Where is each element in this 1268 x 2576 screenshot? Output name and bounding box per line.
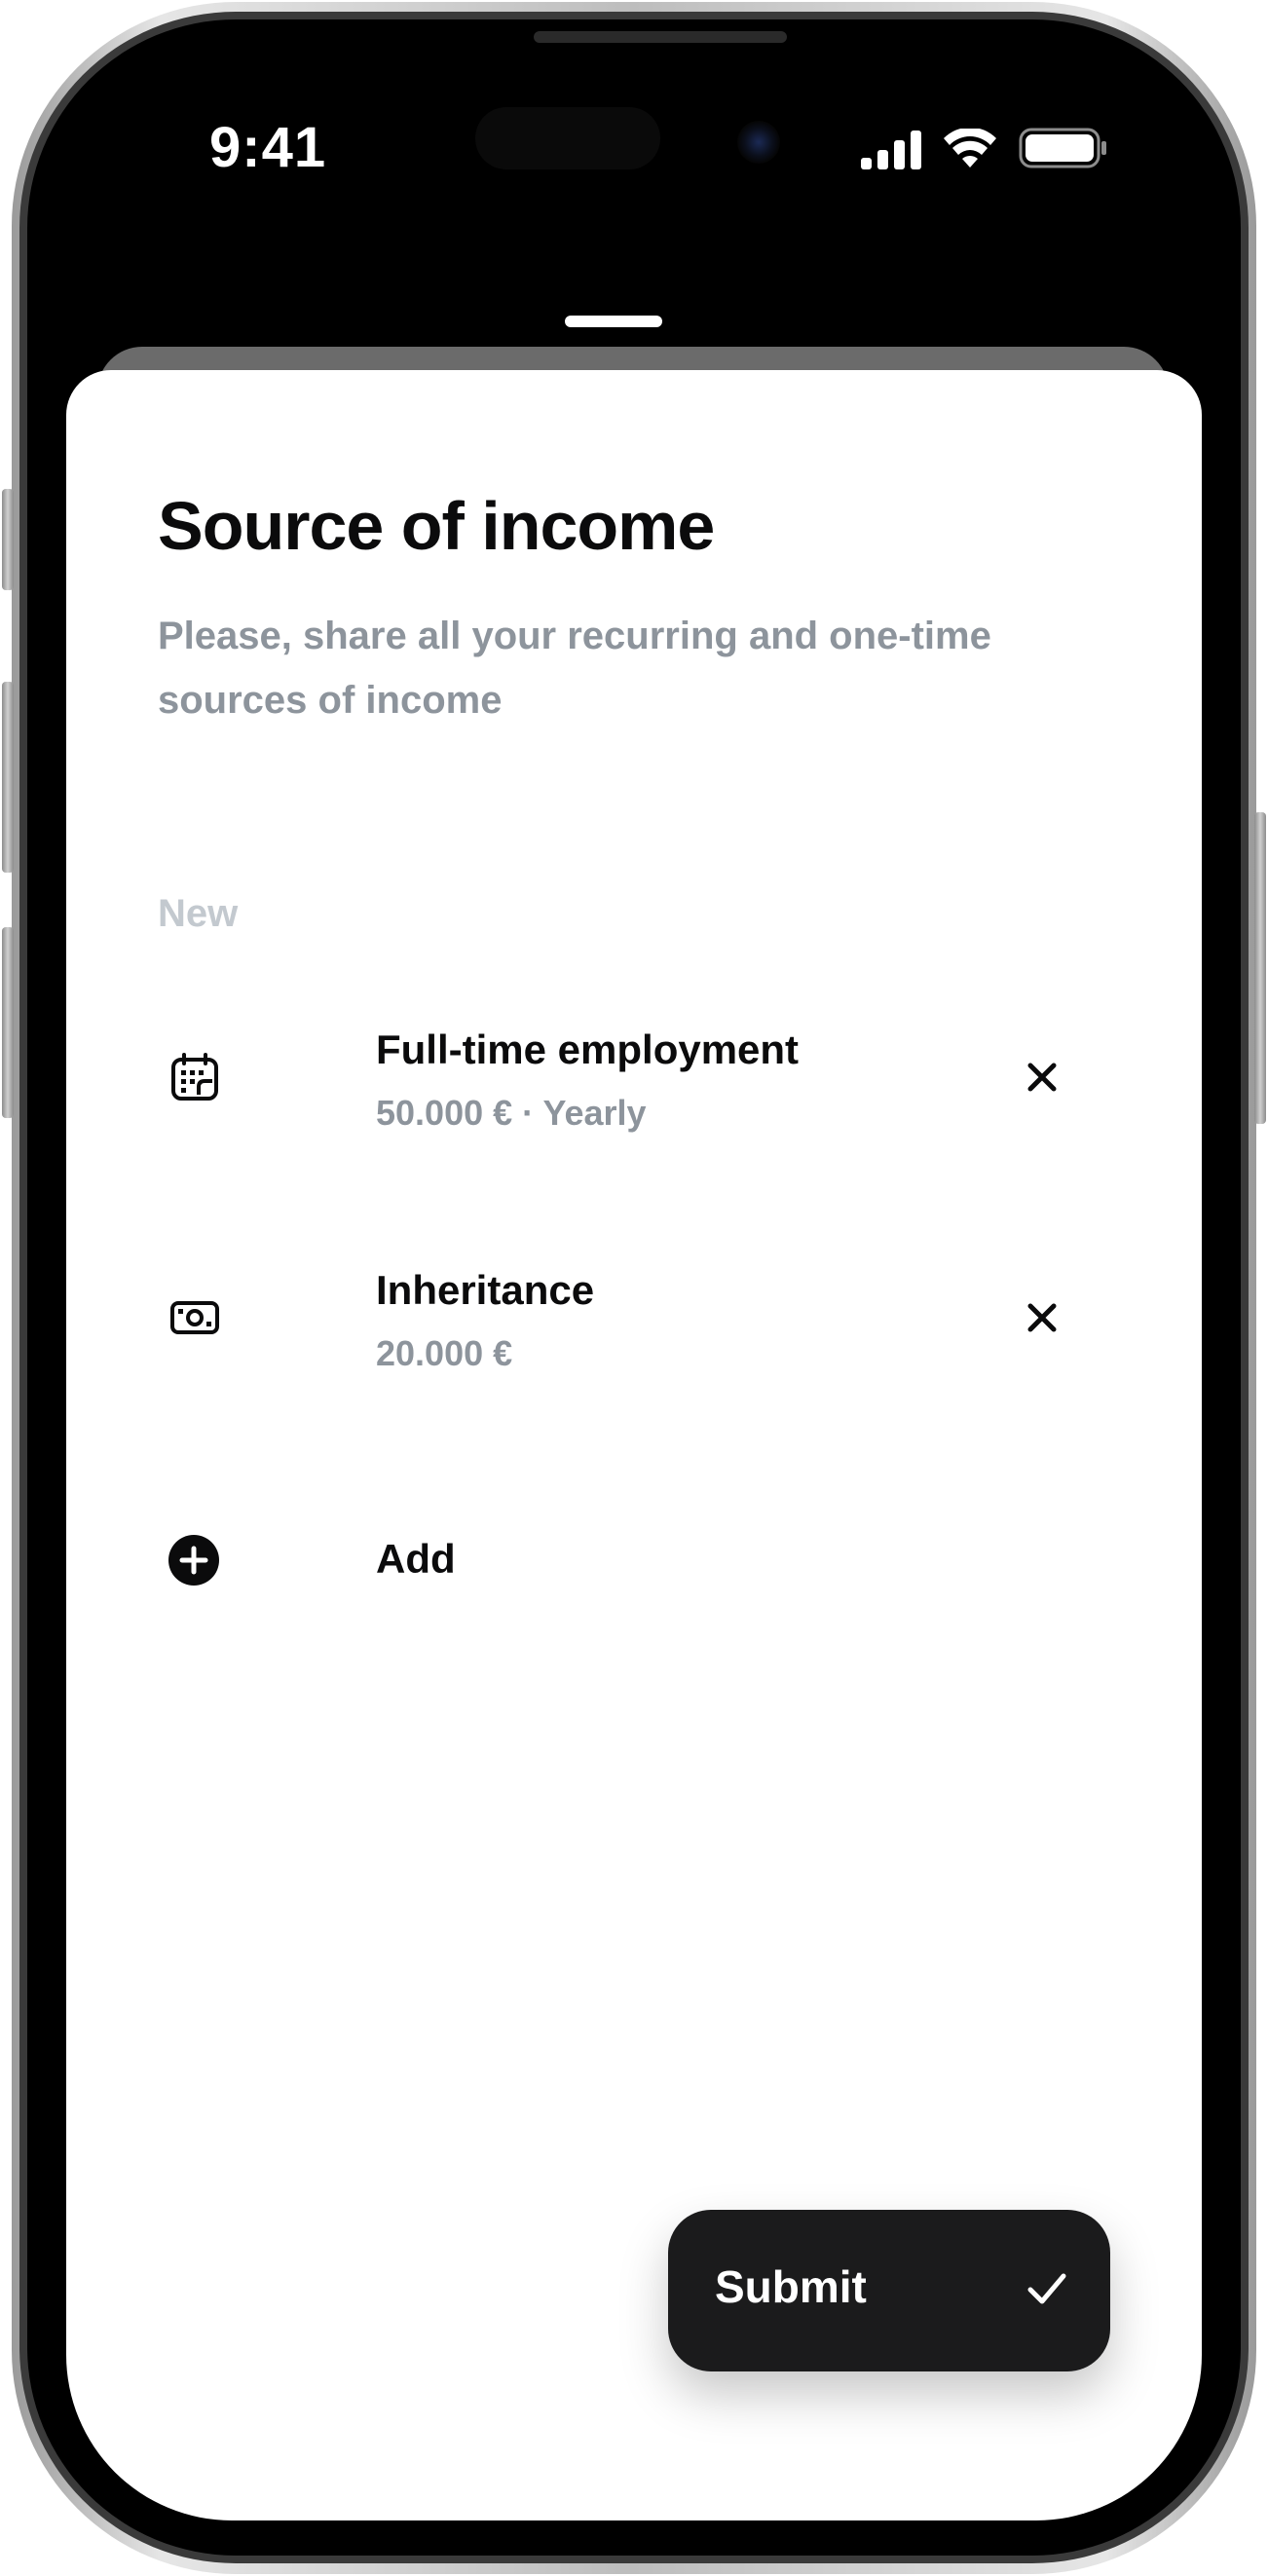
status-icons [861, 127, 1108, 169]
close-icon [1027, 1063, 1057, 1092]
income-sheet: Source of income Please, share all your … [66, 370, 1202, 2520]
plus-circle-icon [168, 1535, 219, 1586]
status-time: 9:41 [209, 116, 327, 179]
add-income-button[interactable]: Add [158, 1514, 742, 1602]
income-item-subtitle: 50.000 € · Yearly [376, 1093, 647, 1133]
section-label-new: New [158, 892, 239, 935]
checkmark-icon [1027, 2273, 1066, 2304]
banknote-icon [170, 1301, 219, 1334]
sheet-grabber[interactable] [565, 316, 662, 327]
add-label: Add [376, 1536, 456, 1582]
income-item-subtitle: 20.000 € [376, 1333, 513, 1373]
dynamic-island [475, 107, 660, 169]
close-icon [1027, 1303, 1057, 1332]
income-item-inheritance[interactable]: Inheritance 20.000 € [158, 1244, 1132, 1390]
remove-button[interactable] [1021, 1296, 1063, 1339]
remove-button[interactable] [1021, 1056, 1063, 1099]
page-subtitle: Please, share all your recurring and one… [158, 615, 991, 722]
wifi-icon [944, 129, 996, 168]
power-button [1254, 812, 1266, 1124]
volume-up-button [2, 682, 14, 873]
income-item-title: Full-time employment [376, 1027, 800, 1072]
battery-icon [1019, 128, 1106, 168]
cellular-signal-icon [861, 131, 921, 169]
volume-down-button [2, 927, 14, 1118]
front-camera [737, 121, 780, 164]
earpiece-speaker [534, 31, 787, 43]
income-item-employment[interactable]: Full-time employment 50.000 € · Yearly [158, 1003, 1132, 1149]
calendar-icon [171, 1053, 218, 1101]
income-item-title: Inheritance [376, 1267, 595, 1313]
page-title: Source of income [158, 488, 715, 564]
action-button [2, 489, 14, 590]
submit-label: Submit [715, 2261, 867, 2312]
submit-button[interactable]: Submit [668, 2210, 1110, 2371]
